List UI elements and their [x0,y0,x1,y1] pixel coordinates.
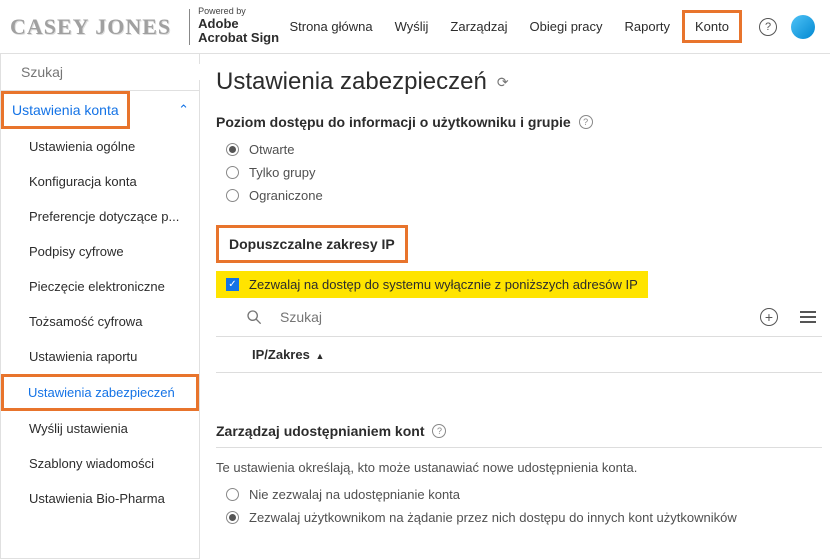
checkbox-label: Zezwalaj na dostęp do systemu wyłącznie … [249,277,638,292]
sidebar-item-biopharma[interactable]: Ustawienia Bio-Pharma [1,481,199,516]
sidebar-search-input[interactable] [21,64,202,80]
sidebar-item-general[interactable]: Ustawienia ogólne [1,129,199,164]
sidebar-items: Ustawienia ogólne Konfiguracja konta Pre… [1,129,199,558]
ip-section-heading: Dopuszczalne zakresy IP [229,236,395,252]
access-option-groups[interactable]: Tylko grupy [216,161,822,184]
ip-allow-checkbox-row[interactable]: ✓ Zezwalaj na dostęp do systemu wyłączni… [216,271,648,298]
sidebar-search[interactable] [1,54,199,91]
checkbox-icon: ✓ [226,278,239,291]
avatar[interactable] [791,15,815,39]
radio-label: Zezwalaj użytkownikom na żądanie przez n… [249,510,737,525]
info-icon[interactable]: ? [579,115,593,129]
access-option-limited[interactable]: Ograniczone [216,184,822,207]
help-icon[interactable]: ? [759,18,777,36]
sidebar-item-account-config[interactable]: Konfiguracja konta [1,164,199,199]
top-nav: Strona główna Wyślij Zarządzaj Obiegi pr… [279,10,815,43]
nav-home[interactable]: Strona główna [279,13,382,40]
brand-logo: CASEY JONES [0,14,181,40]
sharing-heading-row: Zarządzaj udostępnianiem kont ? [216,423,822,439]
sidebar: Ustawienia konta ⌃ Ustawienia ogólne Kon… [0,54,200,559]
sidebar-item-digital-sign[interactable]: Podpisy cyfrowe [1,234,199,269]
sidebar-item-seals[interactable]: Pieczęcie elektroniczne [1,269,199,304]
page-title: Ustawienia zabezpieczeń [216,68,487,96]
access-option-open[interactable]: Otwarte [216,138,822,161]
sidebar-item-templates[interactable]: Szablony wiadomości [1,446,199,481]
sharing-option-deny[interactable]: Nie zezwalaj na udostępnianie konta [216,483,822,506]
info-icon[interactable]: ? [432,424,446,438]
app-header: CASEY JONES Powered by Adobe Acrobat Sig… [0,0,830,54]
brand-line2: Acrobat Sign [198,31,279,45]
radio-icon [226,189,239,202]
nav-workflows[interactable]: Obiegi pracy [520,13,613,40]
header-divider [189,9,190,45]
sidebar-item-preferences[interactable]: Preferencje dotyczące p... [1,199,199,234]
search-icon [246,309,262,325]
ip-column-label: IP/Zakres [252,347,310,362]
nav-manage[interactable]: Zarządzaj [440,13,517,40]
nav-send[interactable]: Wyślij [385,13,439,40]
ip-column-header[interactable]: IP/Zakres ▲ [216,336,822,373]
radio-label: Otwarte [249,142,295,157]
sidebar-item-send[interactable]: Wyślij ustawienia [1,411,199,446]
radio-icon [226,143,239,156]
radio-label: Tylko grupy [249,165,315,180]
radio-icon [226,511,239,524]
sharing-desc: Te ustawienia określają, kto może ustana… [216,458,822,483]
sidebar-item-digital-id[interactable]: Tożsamość cyfrowa [1,304,199,339]
ip-search-input[interactable] [280,309,750,325]
radio-icon [226,166,239,179]
brand-line1: Adobe [198,17,279,31]
sharing-option-allow-request[interactable]: Zezwalaj użytkownikom na żądanie przez n… [216,506,822,529]
separator [216,447,822,448]
sidebar-item-report[interactable]: Ustawienia raportu [1,339,199,374]
access-level-heading-row: Poziom dostępu do informacji o użytkowni… [216,114,822,130]
radio-label: Nie zezwalaj na udostępnianie konta [249,487,460,502]
add-ip-button[interactable]: + [760,308,778,326]
menu-icon[interactable] [798,309,818,325]
ip-section-heading-box: Dopuszczalne zakresy IP [216,225,408,263]
main-content: Ustawienia zabezpieczeń ⟳ Poziom dostępu… [200,54,830,559]
ip-toolbar: + [216,306,822,332]
chevron-up-icon[interactable]: ⌃ [168,98,199,122]
nav-account[interactable]: Konto [682,10,742,43]
access-level-heading: Poziom dostępu do informacji o użytkowni… [216,114,571,130]
page-title-row: Ustawienia zabezpieczeń ⟳ [216,68,822,96]
sharing-heading: Zarządzaj udostępnianiem kont [216,423,424,439]
powered-by: Powered by Adobe Acrobat Sign [198,7,279,45]
sidebar-item-security[interactable]: Ustawienia zabezpieczeń [1,374,199,411]
refresh-icon[interactable]: ⟳ [497,74,509,91]
sort-asc-icon: ▲ [315,351,324,361]
sidebar-section-header[interactable]: Ustawienia konta ⌃ [1,91,199,129]
sidebar-section-label: Ustawienia konta [1,91,130,129]
radio-icon [226,488,239,501]
nav-reports[interactable]: Raporty [614,13,680,40]
radio-label: Ograniczone [249,188,323,203]
